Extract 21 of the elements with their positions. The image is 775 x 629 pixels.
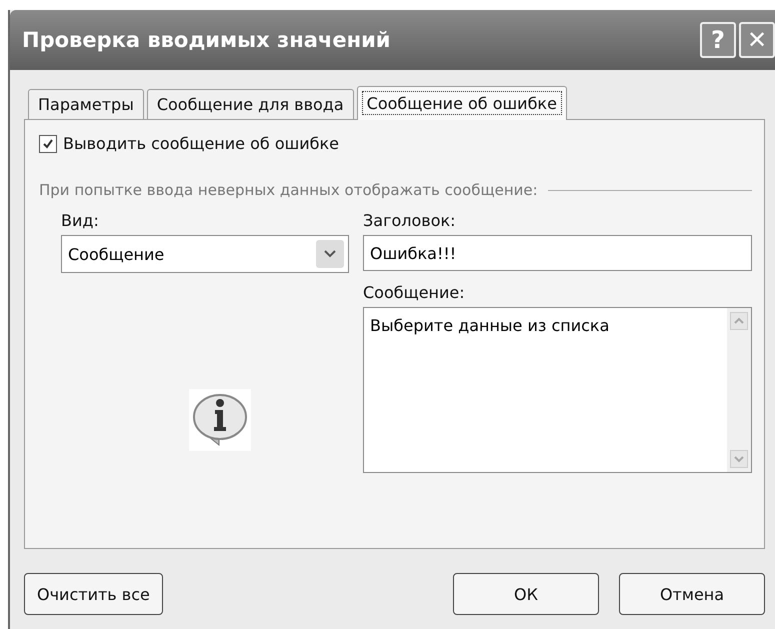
ok-button[interactable]: ОК bbox=[453, 573, 599, 615]
message-text-area[interactable]: Выберите данные из списка bbox=[363, 307, 752, 473]
field-label: Вид: bbox=[61, 211, 100, 232]
field-label: Сообщение: bbox=[363, 283, 466, 304]
info-icon bbox=[189, 389, 251, 451]
clear-all-button[interactable]: Очистить все bbox=[24, 573, 163, 615]
scroll-up-button[interactable] bbox=[730, 312, 748, 330]
window-title: Проверка вводимых значений bbox=[22, 28, 391, 52]
scrollbar[interactable] bbox=[727, 308, 751, 472]
checkbox-label: Выводить сообщение об ошибке bbox=[63, 134, 340, 153]
tab[interactable]: Сообщение для ввода bbox=[146, 89, 354, 119]
style-dropdown[interactable]: Сообщение bbox=[61, 235, 349, 273]
scroll-down-button[interactable] bbox=[730, 450, 748, 468]
group-label: При попытке ввода неверных данных отображать сообщение: bbox=[39, 181, 538, 199]
field-label: Заголовок: bbox=[363, 211, 457, 232]
check-icon bbox=[41, 136, 55, 150]
tab[interactable]: Параметры bbox=[28, 89, 144, 119]
cancel-button[interactable]: Отмена bbox=[619, 573, 765, 615]
checkbox[interactable] bbox=[39, 134, 57, 152]
tab[interactable]: Сообщение об ошибке bbox=[356, 86, 567, 120]
title-input-field[interactable]: Ошибка!!! bbox=[363, 235, 752, 271]
